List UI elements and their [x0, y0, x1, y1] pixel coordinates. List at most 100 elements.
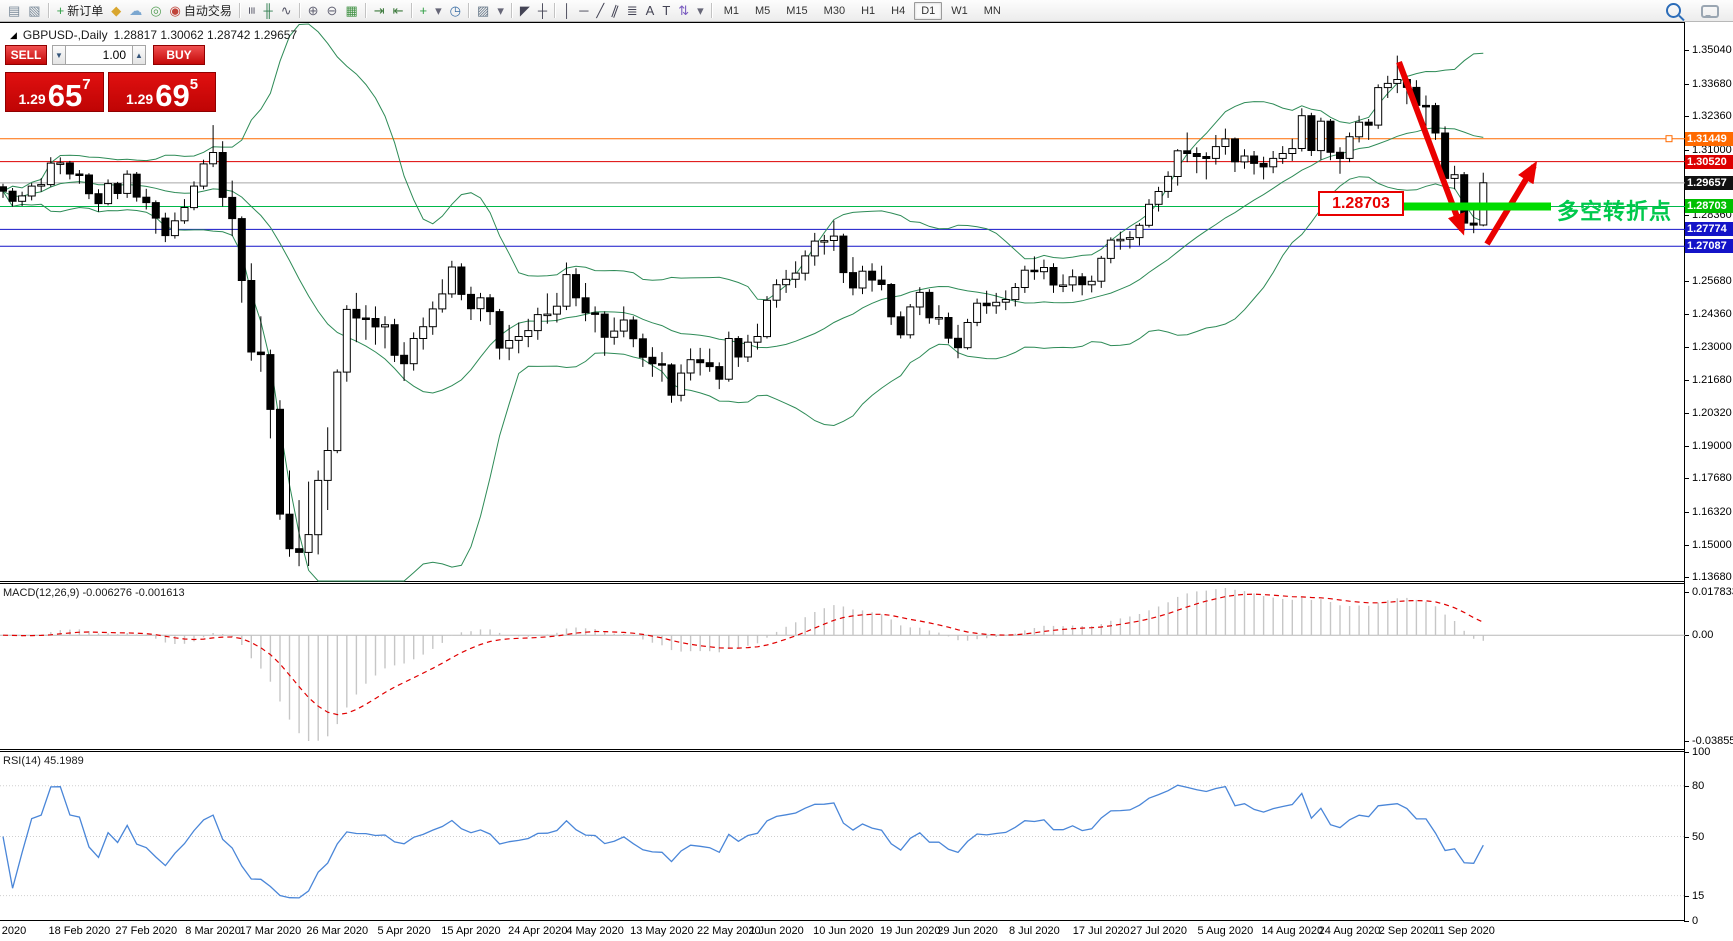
price-chart[interactable]	[0, 22, 1685, 941]
axis-tick-mark	[1685, 478, 1689, 479]
axis-tick-mark	[1685, 380, 1689, 381]
trendline-icon[interactable]: ╱	[592, 1, 608, 20]
timeframe-m1[interactable]: M1	[717, 2, 746, 20]
price-badge: 1.28703	[1685, 199, 1733, 213]
timeframe-m5[interactable]: M5	[748, 2, 777, 20]
turning-point-annotation[interactable]: 多空转折点	[1557, 194, 1672, 226]
axis-tick-mark	[1685, 752, 1689, 753]
sell-price-pip: 7	[82, 76, 90, 93]
metaeditor-icon[interactable]: ◆	[107, 1, 125, 20]
auto-scroll-icon[interactable]: ⇥	[370, 1, 389, 20]
chart-canvas[interactable]: ◢ GBPUSD-,Daily 1.28817 1.30062 1.28742 …	[0, 22, 1685, 941]
fibonacci-icon[interactable]: ≣	[623, 1, 642, 20]
axis-tick-mark	[1685, 347, 1689, 348]
price-tick-label: 1.17680	[1692, 472, 1732, 485]
timeframe-h1[interactable]: H1	[854, 2, 882, 20]
timeframe-h4[interactable]: H4	[884, 2, 912, 20]
timeframe-m30[interactable]: M30	[817, 2, 852, 20]
buy-price-main: 69	[155, 81, 189, 110]
zoom-out-icon[interactable]: ⊖	[323, 1, 342, 20]
price-axis[interactable]: 1.350401.336801.323601.310001.283601.256…	[1685, 22, 1733, 941]
support-price-callout[interactable]: 1.28703	[1318, 191, 1404, 216]
chart-shift-icon[interactable]: ⇤	[389, 1, 408, 20]
toolbar-separator	[554, 3, 556, 18]
axis-tick-mark	[1685, 84, 1689, 85]
toolbar-right-icons	[1656, 0, 1729, 21]
tile-windows-icon[interactable]: ▦	[341, 1, 361, 20]
zoom-in-icon[interactable]: ⊕	[304, 1, 323, 20]
templates-dropdown-icon[interactable]: ▾	[493, 1, 508, 20]
axis-tick-mark	[1685, 921, 1689, 922]
chart-ohlc-values: 1.28817 1.30062 1.28742 1.29657	[114, 28, 298, 42]
equidistant-channel-icon[interactable]: ∥	[608, 1, 623, 20]
signals-icon[interactable]: ◎	[146, 1, 165, 20]
line-chart-icon[interactable]: ∿	[277, 1, 296, 20]
timeframe-buttons: M1M5M15M30H1H4D1W1MN	[716, 0, 1009, 21]
timeframe-d1[interactable]: D1	[914, 2, 942, 20]
toolbar-separator	[365, 3, 367, 18]
price-tick-label: 50	[1692, 831, 1704, 844]
timeframe-m15[interactable]: M15	[779, 2, 814, 20]
price-tick-label: 100	[1692, 746, 1710, 759]
templates-icon[interactable]: ▨	[473, 1, 493, 20]
chat-icon[interactable]	[1697, 1, 1723, 20]
horizontal-line-icon[interactable]: ─	[575, 1, 592, 20]
price-tick-label: 1.16320	[1692, 506, 1732, 519]
text-label-icon[interactable]: T	[658, 1, 674, 20]
charts-window-icon[interactable]: ▤	[4, 1, 24, 20]
cursor-icon[interactable]: ◤	[516, 1, 534, 20]
arrows-icon[interactable]: ⇅	[674, 1, 693, 20]
axis-tick-mark	[1685, 786, 1689, 787]
chart-profile-icon[interactable]: ▧	[24, 1, 44, 20]
axis-tick-mark	[1685, 413, 1689, 414]
axis-tick-mark	[1685, 577, 1689, 578]
chart-symbol-label: GBPUSD-,Daily	[23, 28, 108, 42]
timeframe-mn[interactable]: MN	[977, 2, 1008, 20]
axis-tick-mark	[1685, 50, 1689, 51]
search-icon[interactable]	[1662, 1, 1685, 20]
price-tick-label: 1.21680	[1692, 374, 1732, 387]
buy-price-pip: 5	[190, 76, 198, 93]
price-tick-label: 1.35040	[1692, 44, 1732, 57]
volume-decrease-button[interactable]: ▼	[52, 45, 66, 65]
buy-button[interactable]: BUY	[153, 45, 205, 65]
indicators-dropdown-icon[interactable]: ▾	[431, 1, 446, 20]
price-tick-label: 1.32360	[1692, 110, 1732, 123]
chart-window: ◢ GBPUSD-,Daily 1.28817 1.30062 1.28742 …	[0, 22, 1733, 941]
price-tick-label: 1.15000	[1692, 539, 1732, 552]
periods-icon[interactable]: ◷	[446, 1, 465, 20]
axis-tick-mark	[1685, 314, 1689, 315]
price-tick-label: 1.24360	[1692, 308, 1732, 321]
axis-tick-mark	[1685, 446, 1689, 447]
volume-input[interactable]	[66, 45, 132, 65]
volume-increase-button[interactable]: ▲	[132, 45, 146, 65]
axis-tick-mark	[1685, 512, 1689, 513]
price-tick-label: 80	[1692, 780, 1704, 793]
sell-button[interactable]: SELL	[5, 45, 47, 65]
buy-price-box[interactable]: 1.29 69 5	[108, 72, 216, 112]
axis-tick-mark	[1685, 837, 1689, 838]
new-order-button[interactable]: +新订单	[53, 1, 108, 20]
indicators-add-icon[interactable]: +	[416, 1, 432, 20]
community-icon[interactable]: ☁	[125, 1, 146, 20]
one-click-trading-panel: SELL ▼ ▲ BUY 1.29 65 7 1.29 69 5	[5, 45, 217, 112]
price-badge: 1.29657	[1685, 176, 1733, 190]
date-label: Feb 2020	[0, 925, 43, 937]
rsi-indicator-label: RSI(14) 45.1989	[3, 755, 84, 767]
price-badge: 1.27087	[1685, 239, 1733, 253]
axis-tick-mark	[1685, 896, 1689, 897]
candlestick-chart-icon[interactable]: ╫	[260, 1, 277, 20]
objects-dropdown-icon[interactable]: ▾	[693, 1, 708, 20]
price-tick-label: 1.20320	[1692, 407, 1732, 420]
timeframe-w1[interactable]: W1	[944, 2, 975, 20]
autotrading-button[interactable]: ◉自动交易	[166, 1, 236, 20]
text-icon[interactable]: A	[642, 1, 659, 20]
vertical-line-icon[interactable]: │	[559, 1, 575, 20]
bar-chart-icon[interactable]: ≡	[244, 1, 260, 20]
sell-price-prefix: 1.29	[18, 91, 45, 107]
crosshair-icon[interactable]: ┼	[534, 1, 551, 20]
buy-price-prefix: 1.29	[126, 91, 153, 107]
time-axis[interactable]: Feb 202018 Feb 202027 Feb 20208 Mar 2020…	[0, 922, 1685, 941]
toolbar-separator	[299, 3, 301, 18]
sell-price-box[interactable]: 1.29 65 7	[5, 72, 104, 112]
